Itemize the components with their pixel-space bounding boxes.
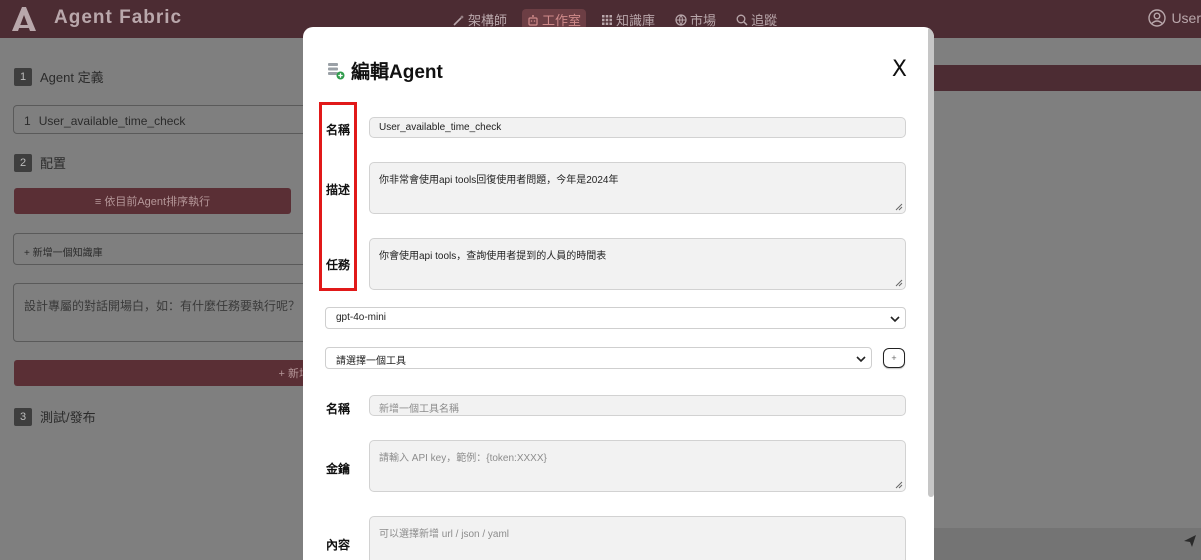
description-textarea[interactable]: 你非常會使用api tools回復使用者問題，今年是2024年: [369, 162, 906, 214]
agent-name-index: 1: [24, 114, 31, 128]
api-key-label: 金鑰: [326, 462, 351, 476]
agent-name-value: User_available_time_check: [38, 114, 186, 128]
robot-icon: [528, 14, 538, 26]
content-label: 內容: [326, 538, 351, 552]
step-number: 1: [14, 67, 32, 86]
right-panel-header: [931, 65, 1201, 91]
modal-header: 編輯Agent: [327, 57, 443, 84]
step-3-header: 3 測試/發布: [14, 407, 96, 426]
agent-name-input[interactable]: 1 User_available_time_check: [13, 105, 313, 134]
greeting-input[interactable]: 設計專屬的對話開場白，如：有什麼任務要執行呢？: [13, 283, 313, 342]
name-input[interactable]: User_available_time_check: [369, 117, 906, 138]
task-value: 你會使用api tools，查詢使用者提到的人員的時間表: [379, 251, 607, 262]
globe-icon: [675, 13, 687, 26]
add-button[interactable]: + 新增: [14, 360, 314, 386]
user-label: User: [1171, 10, 1201, 26]
task-textarea[interactable]: 你會使用api tools，查詢使用者提到的人員的時間表: [369, 238, 906, 290]
step-label: 配置: [40, 156, 67, 171]
tool-name-input[interactable]: 新增一個工具名稱: [369, 395, 906, 416]
model-select-value: gpt-4o-mini: [336, 312, 387, 323]
chat-input-bar[interactable]: [931, 528, 1201, 560]
search-icon: [736, 14, 748, 26]
grid-icon: [602, 14, 613, 25]
content-textarea[interactable]: 可以選擇新增 url / json / yaml: [369, 516, 906, 560]
modal-title: 編輯Agent: [351, 62, 443, 83]
logo-icon[interactable]: [10, 5, 38, 33]
user-icon: [1148, 9, 1167, 27]
tool-select-value: 請選擇一個工具: [336, 356, 406, 367]
wand-icon: [453, 14, 464, 26]
step-label: 測試/發布: [40, 410, 96, 425]
user-menu[interactable]: User: [1148, 9, 1201, 27]
step-2-header: 2 配置: [14, 153, 66, 172]
modal-scrollbar[interactable]: [928, 27, 934, 497]
tool-select[interactable]: 請選擇一個工具: [325, 347, 872, 369]
step-number: 2: [14, 153, 32, 172]
edit-agent-modal: 編輯Agent X 名稱 User_available_time_check 描…: [303, 27, 934, 560]
app-title: Agent Fabric: [54, 7, 183, 28]
chevron-down-icon: [856, 356, 866, 363]
description-value: 你非常會使用api tools回復使用者問題，今年是2024年: [379, 175, 619, 186]
model-select[interactable]: gpt-4o-mini: [325, 307, 906, 329]
api-key-placeholder: 請輸入 API key，範例：{token:XXXX}: [379, 453, 547, 464]
step-number: 3: [14, 407, 32, 426]
description-label: 描述: [326, 183, 351, 197]
tool-name-label: 名稱: [326, 402, 351, 416]
send-icon[interactable]: [1183, 534, 1197, 548]
name-label: 名稱: [326, 123, 351, 137]
resize-handle-icon[interactable]: [895, 203, 903, 211]
add-tool-button[interactable]: +: [883, 348, 905, 368]
chevron-down-icon: [890, 316, 900, 323]
task-label: 任務: [326, 258, 351, 272]
sort-execution-button[interactable]: ≡ 依目前Agent排序執行: [14, 188, 291, 214]
resize-handle-icon[interactable]: [895, 481, 903, 489]
add-knowledge-base-select[interactable]: + 新增一個知識庫: [13, 233, 313, 265]
api-key-textarea[interactable]: 請輸入 API key，範例：{token:XXXX}: [369, 440, 906, 492]
step-label: Agent 定義: [40, 70, 104, 85]
resize-handle-icon[interactable]: [895, 279, 903, 287]
close-button[interactable]: X: [892, 57, 907, 82]
content-placeholder: 可以選擇新增 url / json / yaml: [379, 529, 510, 540]
step-1-header: 1 Agent 定義: [14, 67, 104, 86]
database-add-icon: [328, 62, 345, 79]
